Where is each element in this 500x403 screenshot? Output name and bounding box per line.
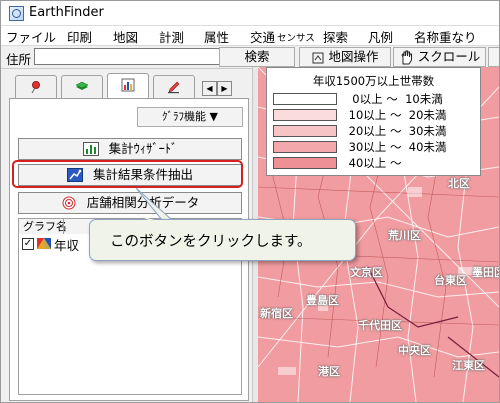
legend-label: 10以上 ～ 20未満 [345,108,447,122]
app-window: EarthFinder ファイル 印刷 地図 計測 属性 交通 センサス 探索 … [0,0,500,403]
legend-swatch [273,157,337,169]
legend-swatch [273,109,337,121]
legend-row: 30以上 ～ 40未満 [273,140,477,154]
hand-icon [401,50,412,65]
legend-swatch [273,125,337,137]
window-title: EarthFinder [29,5,104,20]
legend-row: 10以上 ～ 20未満 [273,108,477,122]
scroll-label: スクロール [417,49,481,64]
panel-tabs: ◀ ▶ [9,73,249,99]
ward-label: 中央区 [398,344,431,357]
legend-label: 30以上 ～ 40未満 [345,140,447,154]
address-input[interactable] [34,48,220,65]
bar-chart-icon [82,142,99,156]
search-button-label: 検索 [244,49,270,64]
legend-row: 20以上 ～ 30未満 [273,124,477,138]
legend-row: 40以上 ～ [273,156,477,170]
callout-text: このボタンをクリックします。 [110,234,312,250]
ward-label: 新宿区 [260,307,293,320]
tab-pin[interactable] [15,75,57,98]
app-icon [9,6,24,21]
menu-census[interactable]: センサス [277,30,315,44]
menu-measure[interactable]: 計測 [159,27,184,46]
map-operation-button[interactable]: 地図操作 [299,47,391,67]
instruction-callout: このボタンをクリックします。 [89,219,356,261]
toolbar-overflow[interactable] [488,47,499,67]
legend-label: 20以上 ～ 30未満 [345,124,447,138]
store-correlation-button[interactable]: 店舗相関分析データ [18,192,242,214]
map-operation-icon [312,52,324,63]
ward-label: 港区 [318,365,340,378]
graph-name-column: グラフ名 [23,220,67,233]
tally-wizard-button[interactable]: 集計ｳｨｻﾞｰﾄﾞ [18,138,242,160]
tab-edit[interactable] [153,75,195,98]
callout-tail-cover [136,215,166,223]
bar-chart-icon [121,78,135,92]
list-item-label: 年収 [54,238,80,253]
legend-row: 0以上 ～ 10未満 [273,92,477,106]
menu-traffic[interactable]: 交通 [250,27,275,46]
column-separator [63,219,64,234]
map-legend: 年収1500万以上世帯数 0以上 ～ 10未満 10以上 ～ 20未満 20以上… [266,67,481,176]
legend-swatch [273,141,337,153]
ward-label: 荒川区 [388,229,421,242]
item-checkbox[interactable]: ✓ [22,238,34,250]
tab-graph[interactable] [107,73,149,99]
legend-swatch [273,93,337,105]
menu-print[interactable]: 印刷 [67,27,92,46]
legend-label: 0以上 ～ 10未満 [345,92,443,106]
toolbar: 住所 検索 地図操作 スクロール [1,45,499,69]
tab-layers[interactable] [61,75,103,98]
ward-label: 江東区 [452,359,485,372]
color-flag-icon [37,238,51,249]
pin-icon [31,81,40,94]
ward-label: 墨田区 [472,266,499,279]
tab-scroll-right-button[interactable]: ▶ [217,81,232,96]
ward-label: 北区 [448,177,470,190]
tally-wizard-label: 集計ｳｨｻﾞｰﾄﾞ [108,141,178,156]
menu-name-overlap[interactable]: 名称重なり [414,27,477,46]
graph-function-button[interactable]: ｸﾞﾗﾌ機能 ▼ [137,107,243,127]
tab-scroll-left-button[interactable]: ◀ [202,81,217,96]
title-bar: EarthFinder [1,1,499,26]
menu-legend[interactable]: 凡例 [368,27,393,46]
menu-explore[interactable]: 探索 [323,27,348,46]
ward-label: 文京区 [350,266,383,279]
menu-bar: ファイル 印刷 地図 計測 属性 交通 センサス 探索 凡例 名称重なり [1,26,499,45]
highlight-box [12,160,243,188]
search-button[interactable]: 検索 [219,47,295,67]
menu-file[interactable]: ファイル [6,27,56,46]
map-operation-label: 地図操作 [328,49,379,64]
layers-icon [75,81,89,90]
legend-label: 40以上 ～ [345,156,402,170]
menu-map[interactable]: 地図 [113,27,138,46]
ward-label: 千代田区 [358,319,402,332]
ward-label: 豊島区 [306,294,339,307]
menu-attribute[interactable]: 属性 [204,27,229,46]
address-label: 住所 [6,52,32,67]
legend-title: 年収1500万以上世帯数 [312,74,435,88]
pencil-icon [168,81,180,94]
target-icon [62,196,76,210]
scroll-button[interactable]: スクロール [393,47,486,67]
ward-label: 台東区 [434,274,467,287]
